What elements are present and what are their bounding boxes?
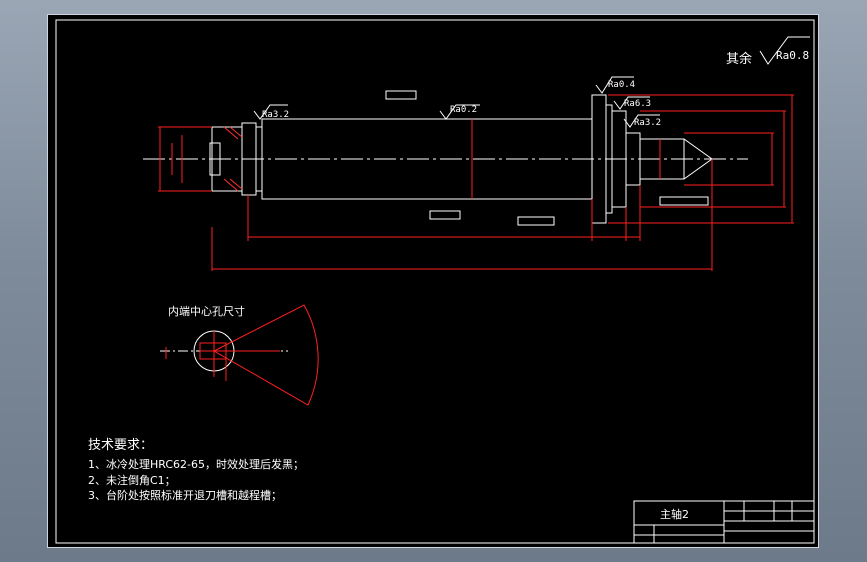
roughness-r2: Ra0.2 — [450, 105, 477, 115]
cad-drawing: 其余 Ra0.8 Ra3.2 Ra0.2 Ra0.4 Ra6.3 Ra3.2 内… — [55, 19, 815, 544]
dimension-lines — [158, 94, 794, 271]
surface-rest-prefix: 其余 — [726, 51, 752, 67]
drawing-sheet: 其余 Ra0.8 Ra3.2 Ra0.2 Ra0.4 Ra6.3 Ra3.2 内… — [47, 14, 819, 548]
part-name: 主轴2 — [660, 507, 689, 521]
technical-requirements: 技术要求： 1、冰冷处理HRC62-65，时效处理后发黑； 2、未注倒角C1； … — [88, 438, 304, 502]
tech-req-title: 技术要求： — [88, 438, 153, 453]
tech-req-item-1: 1、冰冷处理HRC62-65，时效处理后发黑； — [88, 457, 304, 471]
roughness-r4: Ra6.3 — [624, 99, 651, 109]
detail-view-label: 内端中心孔尺寸 — [168, 304, 245, 318]
center-hole-detail — [160, 304, 319, 406]
shaft-main-view — [143, 94, 748, 224]
roughness-marks: Ra3.2 Ra0.2 Ra0.4 Ra6.3 Ra3.2 — [253, 76, 661, 128]
surface-rest-note: 其余 Ra0.8 — [726, 36, 810, 67]
tech-req-item-2: 2、未注倒角C1； — [88, 473, 176, 487]
tech-req-item-3: 3、台阶处按照标准开退刀槽和越程槽； — [88, 488, 282, 502]
roughness-r5: Ra3.2 — [634, 118, 661, 128]
roughness-r3: Ra0.4 — [608, 80, 635, 90]
roughness-r1: Ra3.2 — [262, 110, 289, 120]
surface-rest-ra: Ra0.8 — [776, 49, 809, 62]
detail-sector — [212, 304, 319, 406]
